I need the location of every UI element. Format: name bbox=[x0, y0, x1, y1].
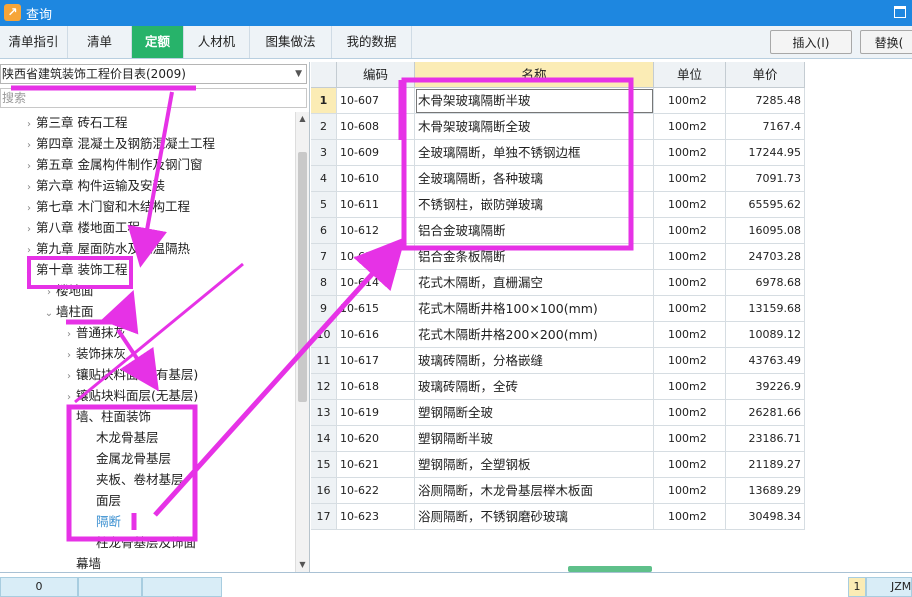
annotation-box bbox=[401, 77, 634, 251]
annotation-overlay bbox=[11, 77, 634, 542]
annotation-arrow bbox=[153, 237, 406, 517]
annotation-arrow bbox=[127, 91, 174, 268]
annotation-line bbox=[74, 262, 244, 404]
annotation-arrow bbox=[100, 290, 139, 335]
annotation-box bbox=[27, 256, 133, 289]
